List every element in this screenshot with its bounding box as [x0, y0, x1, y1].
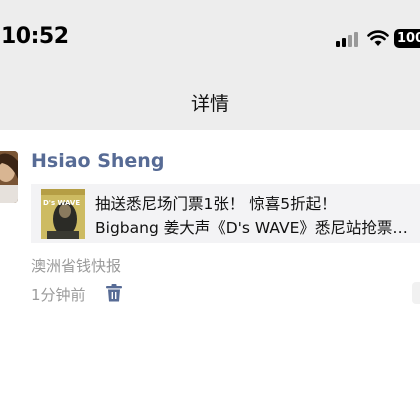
battery-icon: 100: [394, 29, 420, 48]
timestamp: 1分钟前: [31, 286, 86, 304]
source-label[interactable]: 澳洲省钱快报: [31, 255, 121, 276]
signal-icon: [336, 32, 358, 47]
battery-level: 100: [397, 31, 420, 46]
status-time: 10:52: [1, 24, 69, 49]
trash-icon[interactable]: [106, 284, 122, 302]
article-thumbnail: D's WAVE: [41, 189, 85, 239]
article-description: Bigbang 姜大声《D's WAVE》悉尼站抢票全攻略: [95, 219, 417, 237]
shared-article-card[interactable]: D's WAVE 抽送悉尼场门票1张！ 惊喜5折起！ Bigbang 姜大声《D…: [31, 184, 420, 243]
author-name[interactable]: Hsiao Sheng: [31, 150, 164, 172]
status-bar: 10:52 100: [0, 0, 420, 72]
thumbnail-text: D's WAVE: [43, 199, 81, 207]
comment-action-button[interactable]: [412, 282, 420, 304]
page-title: 详情: [190, 93, 229, 115]
article-title: 抽送悉尼场门票1张！ 惊喜5折起！: [95, 195, 337, 213]
avatar-image: [0, 151, 18, 203]
nav-bar: 详情: [0, 72, 420, 130]
wifi-icon: [367, 30, 389, 46]
avatar[interactable]: [0, 151, 18, 203]
